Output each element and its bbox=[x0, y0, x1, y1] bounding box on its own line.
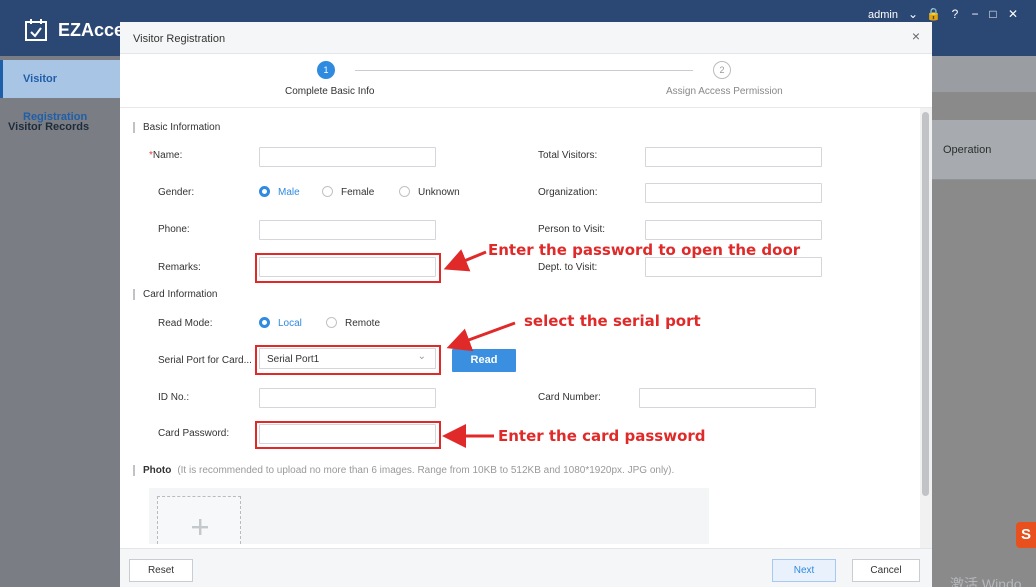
annotation-remarks: Enter the password to open the door bbox=[488, 241, 801, 259]
annotation-arrows bbox=[442, 249, 516, 448]
annotation-serial-port: select the serial port bbox=[524, 312, 701, 330]
annotation-card-password: Enter the card password bbox=[498, 427, 706, 445]
